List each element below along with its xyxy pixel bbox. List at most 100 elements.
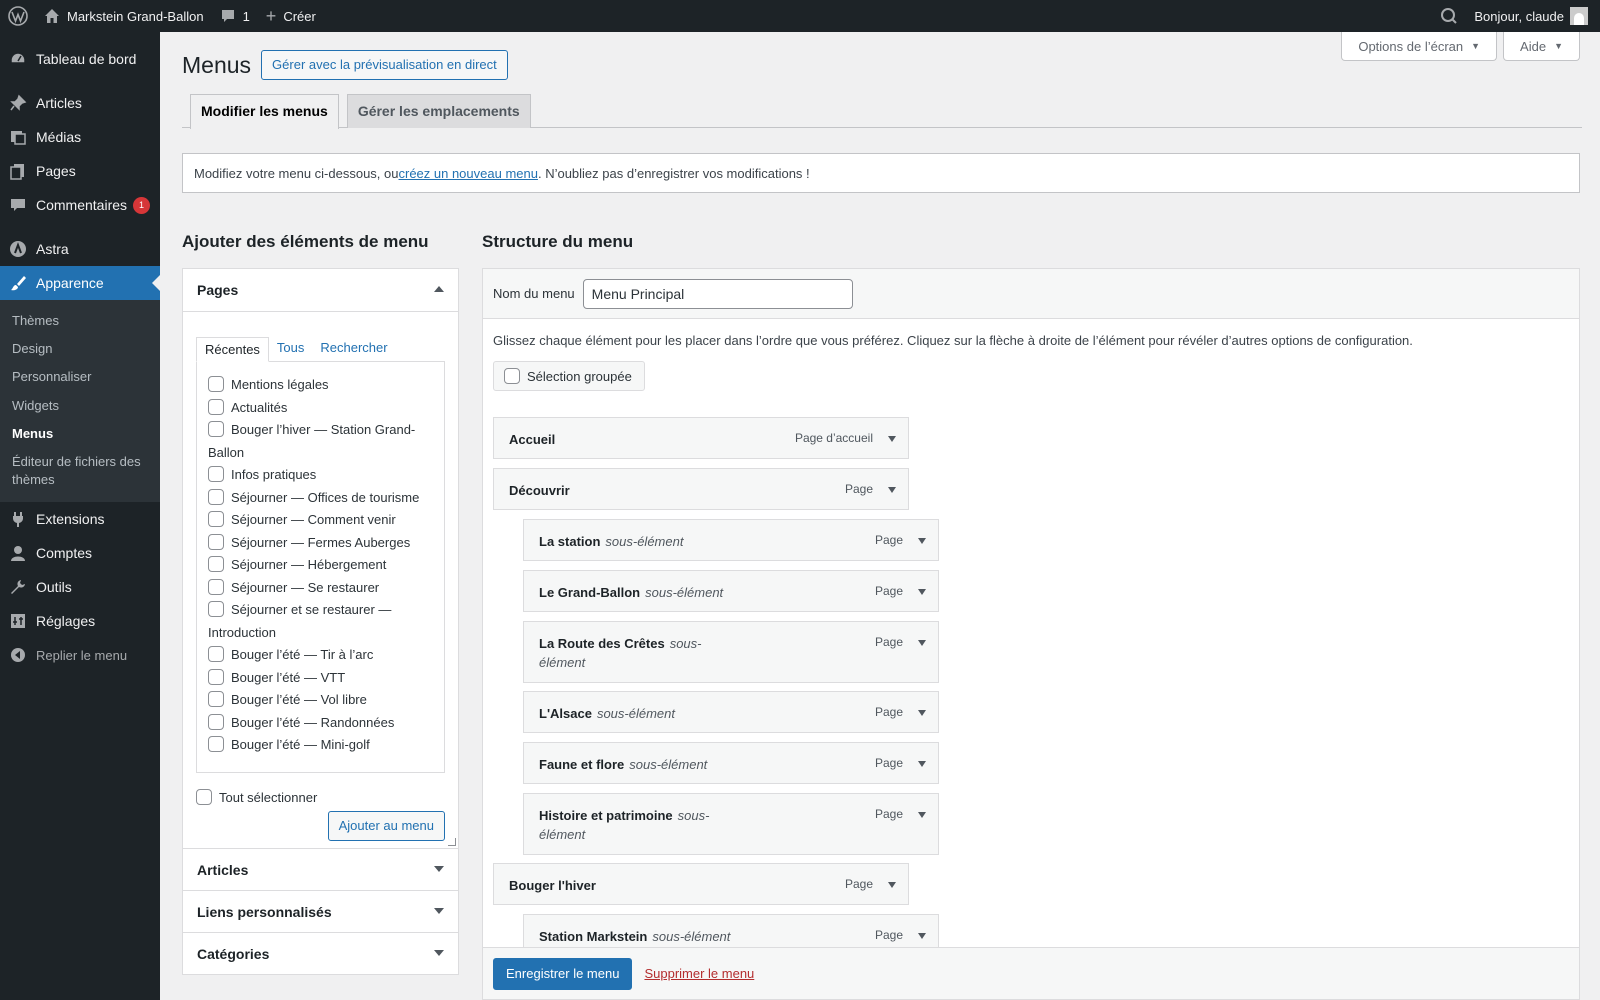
- accordion-title: Pages: [197, 282, 239, 298]
- menu-item-type: Page: [874, 705, 903, 719]
- pages-checklist: Mentions légales Actualités Bouger l’hiver…: [196, 361, 445, 773]
- submenu-item-widgets[interactable]: Widgets: [0, 392, 160, 420]
- submenu-item-menus[interactable]: Menus: [0, 420, 160, 448]
- wordpress-logo-icon[interactable]: [0, 0, 36, 32]
- item-edit-arrow-icon[interactable]: [918, 538, 926, 544]
- create-new-menu-link[interactable]: créez un nouveau menu: [398, 166, 537, 181]
- page-checkbox[interactable]: [208, 736, 224, 752]
- item-edit-arrow-icon[interactable]: [888, 882, 896, 888]
- menu-item[interactable]: Le Grand-Ballon sous-élément Page: [523, 570, 939, 612]
- sidebar-item-astra[interactable]: Astra: [0, 232, 160, 266]
- menu-item[interactable]: Accueil Page d’accueil: [493, 417, 909, 459]
- bulk-select-label: Sélection groupée: [527, 368, 632, 384]
- menu-item[interactable]: La Route des Crêtes sous-élément Page: [523, 621, 939, 683]
- item-edit-arrow-icon[interactable]: [918, 710, 926, 716]
- page-checkbox[interactable]: [208, 601, 224, 617]
- bulk-select-checkbox[interactable]: [504, 368, 520, 384]
- page-checklist-item[interactable]: Séjourner et se restaurer — Introduction: [208, 599, 433, 644]
- resize-handle-icon[interactable]: [448, 838, 456, 846]
- select-all-option[interactable]: Tout sélectionner: [196, 789, 317, 805]
- page-checklist-item[interactable]: Bouger l’été — Mini-golf: [208, 734, 433, 757]
- page-checklist-item[interactable]: Infos pratiques: [208, 464, 433, 487]
- page-checkbox[interactable]: [208, 668, 224, 685]
- menu-item[interactable]: La station sous-élément Page: [523, 519, 939, 561]
- sidebar-item-settings[interactable]: Réglages: [0, 604, 160, 638]
- comments-link[interactable]: 1: [212, 0, 258, 32]
- accordion-pages-header[interactable]: Pages: [183, 269, 458, 311]
- item-edit-arrow-icon[interactable]: [918, 640, 926, 646]
- page-checkbox[interactable]: [208, 511, 224, 527]
- sidebar-item-posts[interactable]: Articles: [0, 86, 160, 120]
- add-to-menu-button[interactable]: Ajouter au menu: [327, 811, 445, 841]
- sidebar-item-media[interactable]: Médias: [0, 120, 160, 154]
- sidebar-item-users[interactable]: Comptes: [0, 536, 160, 570]
- page-checklist-item[interactable]: Séjourner — Comment venir: [208, 509, 433, 532]
- live-preview-button[interactable]: Gérer avec la prévisualisation en direct: [261, 50, 508, 80]
- select-all-checkbox[interactable]: [196, 789, 212, 805]
- site-name-link[interactable]: Markstein Grand-Ballon: [36, 0, 212, 32]
- tab-all[interactable]: Tous: [269, 336, 312, 361]
- accordion-custom-links-header[interactable]: Liens personnalisés: [183, 890, 458, 932]
- submenu-item-themes[interactable]: Thèmes: [0, 307, 160, 335]
- tab-recent[interactable]: Récentes: [196, 337, 269, 362]
- page-checkbox[interactable]: [208, 488, 224, 505]
- page-checkbox[interactable]: [208, 556, 224, 572]
- tab-search[interactable]: Rechercher: [312, 336, 395, 361]
- sidebar-item-tools[interactable]: Outils: [0, 570, 160, 604]
- item-edit-arrow-icon[interactable]: [888, 487, 896, 493]
- sidebar-item-appearance[interactable]: Apparence: [0, 266, 160, 300]
- accordion-categories-header[interactable]: Catégories: [183, 932, 458, 974]
- item-edit-arrow-icon[interactable]: [918, 933, 926, 939]
- menu-item[interactable]: Bouger l'hiver Page: [493, 863, 909, 905]
- sidebar-item-dashboard[interactable]: Tableau de bord: [0, 42, 160, 76]
- new-content-link[interactable]: + Créer: [258, 0, 324, 32]
- page-checklist-item[interactable]: Mentions légales: [208, 374, 433, 397]
- tab-manage-locations[interactable]: Gérer les emplacements: [346, 94, 531, 128]
- sidebar-item-plugins[interactable]: Extensions: [0, 502, 160, 536]
- menu-name-input[interactable]: Menu Principal: [582, 278, 853, 309]
- submenu-item-design[interactable]: Design: [0, 335, 160, 363]
- bulk-select-toggle[interactable]: Sélection groupée: [493, 361, 645, 391]
- screen-options-button[interactable]: Options de l’écran ▼: [1341, 32, 1498, 61]
- page-checkbox[interactable]: [208, 578, 224, 595]
- menu-item[interactable]: Histoire et patrimoine sous-élément Page: [523, 793, 939, 855]
- page-checkbox[interactable]: [208, 421, 224, 437]
- item-edit-arrow-icon[interactable]: [888, 436, 896, 442]
- sidebar-item-pages[interactable]: Pages: [0, 154, 160, 188]
- submenu-item-customize[interactable]: Personnaliser: [0, 363, 160, 391]
- page-checkbox[interactable]: [208, 466, 224, 482]
- user-account-link[interactable]: Bonjour, claude: [1466, 0, 1600, 32]
- item-edit-arrow-icon[interactable]: [918, 589, 926, 595]
- page-checklist-item[interactable]: Bouger l’été — Randonnées: [208, 712, 433, 735]
- page-checklist-item[interactable]: Bouger l’hiver — Station Grand-Ballon: [208, 419, 433, 464]
- search-icon[interactable]: [1432, 0, 1466, 32]
- page-checklist-item[interactable]: Actualités: [208, 397, 433, 420]
- item-edit-arrow-icon[interactable]: [918, 761, 926, 767]
- page-checklist-item[interactable]: Séjourner — Offices de tourisme: [208, 487, 433, 510]
- item-edit-arrow-icon[interactable]: [918, 812, 926, 818]
- page-checkbox[interactable]: [208, 376, 224, 392]
- save-menu-button[interactable]: Enregistrer le menu: [493, 957, 633, 990]
- menu-item[interactable]: Découvrir Page: [493, 468, 909, 510]
- accordion-posts-header[interactable]: Articles: [183, 848, 458, 890]
- page-checklist-item[interactable]: Bouger l’été — Vol libre: [208, 689, 433, 712]
- submenu-item-theme-editor[interactable]: Éditeur de fichiers des thèmes: [0, 448, 160, 494]
- page-checkbox[interactable]: [208, 398, 224, 415]
- page-checkbox[interactable]: [208, 646, 224, 662]
- page-checklist-item[interactable]: Bouger l’été — VTT: [208, 667, 433, 690]
- page-checklist-item[interactable]: Séjourner — Se restaurer: [208, 577, 433, 600]
- menu-item[interactable]: Faune et flore sous-élément Page: [523, 742, 939, 784]
- page-checklist-item[interactable]: Séjourner — Fermes Auberges: [208, 532, 433, 555]
- collapse-menu-button[interactable]: Replier le menu: [0, 638, 160, 672]
- help-button[interactable]: Aide ▼: [1503, 32, 1580, 61]
- page-checklist-item[interactable]: Séjourner — Hébergement: [208, 554, 433, 577]
- page-checkbox[interactable]: [208, 691, 224, 707]
- sidebar-item-comments[interactable]: Commentaires 1: [0, 188, 160, 222]
- page-checkbox[interactable]: [208, 713, 224, 730]
- page-checklist-item[interactable]: Bouger l’été — Tir à l’arc: [208, 644, 433, 667]
- tab-edit-menus[interactable]: Modifier les menus: [190, 94, 339, 129]
- menu-item-type: Page: [874, 807, 903, 821]
- menu-item[interactable]: L'Alsace sous-élément Page: [523, 691, 939, 733]
- delete-menu-link[interactable]: Supprimer le menu: [644, 966, 754, 981]
- page-checkbox[interactable]: [208, 533, 224, 550]
